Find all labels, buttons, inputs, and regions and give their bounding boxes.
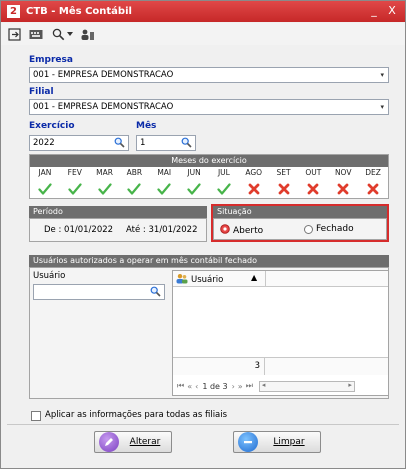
pager-position: 1 de 3 xyxy=(202,381,228,391)
month-open-check-icon[interactable] xyxy=(149,183,179,195)
users-icon[interactable] xyxy=(81,27,95,41)
month-label: AGO xyxy=(245,168,263,177)
month-label: JUL xyxy=(217,168,230,177)
periodo-de: De : 01/01/2022 xyxy=(44,225,113,235)
month-label: JUN xyxy=(187,168,201,177)
month-closed-x-icon[interactable] xyxy=(269,183,299,195)
empresa-value: 001 - EMPRESA DEMONSTRACAO xyxy=(33,70,174,80)
minimize-button[interactable]: _ xyxy=(367,4,381,18)
horizontal-scrollbar[interactable]: ◂ ▸ xyxy=(258,380,355,392)
empresa-label: Empresa xyxy=(29,55,73,65)
search-icon[interactable] xyxy=(51,27,65,41)
filial-select[interactable]: 001 - EMPRESA DEMONSTRACAO ▾ xyxy=(29,99,389,115)
periodo-box: De : 01/01/2022 Até : 31/01/2022 xyxy=(29,218,207,242)
month-label: SET xyxy=(276,168,291,177)
month-open-check-icon[interactable] xyxy=(209,183,239,195)
months-row: JAN FEV MAR ABR MAI JUN JUL AGO SET OUT NOV DEZ xyxy=(30,167,388,179)
periodo-de-label: De : xyxy=(44,225,62,235)
month-closed-x-icon[interactable] xyxy=(328,183,358,195)
usuarios-grid[interactable]: Usuário ▲ 3 ⏮ « ‹ 1 de 3 › » ⏭ ◂ ▸ xyxy=(172,270,389,396)
edit-icon xyxy=(99,432,119,452)
title-bar: 2 CTB - Mês Contábil _ X xyxy=(1,1,405,22)
month-label: JAN xyxy=(38,168,52,177)
prev-page-group-icon[interactable]: « xyxy=(187,382,192,391)
app-logo-icon: 2 xyxy=(7,5,20,18)
limpar-button[interactable]: Limpar xyxy=(233,431,321,453)
column-divider xyxy=(265,271,266,287)
chevron-down-icon: ▾ xyxy=(380,103,384,111)
month-open-check-icon[interactable] xyxy=(90,183,120,195)
footer-divider xyxy=(7,424,399,425)
month-open-check-icon[interactable] xyxy=(30,183,60,195)
grid-column-usuario-label: Usuário xyxy=(191,275,224,285)
scroll-left-icon[interactable]: ◂ xyxy=(262,381,266,389)
month-open-check-icon[interactable] xyxy=(179,183,209,195)
toolbar xyxy=(1,23,405,45)
usuarios-header: Usuários autorizados a operar em mês con… xyxy=(29,255,389,267)
filial-label: Filial xyxy=(29,87,54,97)
next-page-group-icon[interactable]: » xyxy=(238,382,243,391)
grid-column-usuario[interactable]: Usuário xyxy=(176,273,223,287)
month-label: DEZ xyxy=(365,168,381,177)
search-icon[interactable] xyxy=(114,137,125,153)
dropdown-icon[interactable] xyxy=(67,27,73,41)
month-closed-x-icon[interactable] xyxy=(358,183,388,195)
grid-pager: ⏮ « ‹ 1 de 3 › » ⏭ ◂ ▸ xyxy=(173,377,388,395)
month-open-check-icon[interactable] xyxy=(60,183,90,195)
exercicio-field[interactable]: 2022 xyxy=(29,135,129,151)
scroll-right-icon[interactable]: ▸ xyxy=(348,381,352,389)
aplicar-label: Aplicar as informações para todas as fil… xyxy=(45,410,228,420)
alterar-button-label: Alterar xyxy=(129,437,161,447)
aplicar-checkbox[interactable] xyxy=(31,411,41,421)
grid-footer: 3 xyxy=(173,357,388,375)
sort-asc-icon[interactable]: ▲ xyxy=(251,273,257,282)
chevron-down-icon: ▾ xyxy=(380,71,384,79)
prev-page-icon[interactable]: ‹ xyxy=(195,382,198,391)
search-icon[interactable] xyxy=(150,286,161,302)
alterar-button[interactable]: Alterar xyxy=(94,431,172,453)
mes-field[interactable]: 1 xyxy=(136,135,196,151)
month-label: FEV xyxy=(67,168,82,177)
filial-value: 001 - EMPRESA DEMONSTRACAO xyxy=(33,102,174,112)
last-page-icon[interactable]: ⏭ xyxy=(246,381,253,391)
periodo-ate-label: Até : xyxy=(126,225,146,235)
limpar-button-label: Limpar xyxy=(273,437,305,447)
month-label: NOV xyxy=(334,168,352,177)
empresa-select[interactable]: 001 - EMPRESA DEMONSTRACAO ▾ xyxy=(29,67,389,83)
month-closed-x-icon[interactable] xyxy=(239,183,269,195)
month-open-check-icon[interactable] xyxy=(119,183,149,195)
periodo-ate: Até : 31/01/2022 xyxy=(126,225,198,235)
periodo-ate-value: 31/01/2022 xyxy=(148,225,198,235)
mes-contabil-window: 2 CTB - Mês Contábil _ X Empresa 001 - E… xyxy=(0,0,406,469)
situacao-highlight xyxy=(211,204,389,242)
grid-footer-count: 3 xyxy=(173,358,265,375)
mes-label: Mês xyxy=(136,121,157,131)
usuario-field[interactable] xyxy=(33,284,165,300)
search-icon[interactable] xyxy=(181,137,192,153)
exit-icon[interactable] xyxy=(7,27,21,41)
user-icon xyxy=(176,273,188,287)
month-label: OUT xyxy=(305,168,322,177)
exercicio-value: 2022 xyxy=(33,138,55,148)
month-closed-x-icon[interactable] xyxy=(298,183,328,195)
window-title: CTB - Mês Contábil xyxy=(26,6,132,17)
keyboard-icon[interactable] xyxy=(29,27,43,41)
first-page-icon[interactable]: ⏮ xyxy=(177,381,184,391)
month-label: MAR xyxy=(96,168,113,177)
exercicio-label: Exercício xyxy=(29,121,75,131)
periodo-header: Período xyxy=(29,206,207,218)
month-label: MAI xyxy=(157,168,172,177)
months-status-row xyxy=(30,179,388,199)
mes-value: 1 xyxy=(140,138,146,148)
grid-header: Usuário ▲ xyxy=(173,271,388,287)
meses-exercicio-header: Meses do exercício xyxy=(30,155,388,167)
month-label: ABR xyxy=(126,168,143,177)
next-page-icon[interactable]: › xyxy=(232,382,235,391)
usuario-label: Usuário xyxy=(33,271,66,281)
periodo-de-value: 01/01/2022 xyxy=(64,225,114,235)
clear-icon xyxy=(238,432,258,452)
meses-exercicio-panel: Meses do exercício JAN FEV MAR ABR MAI JUN JUL… xyxy=(29,154,389,199)
close-button[interactable]: X xyxy=(385,4,399,18)
